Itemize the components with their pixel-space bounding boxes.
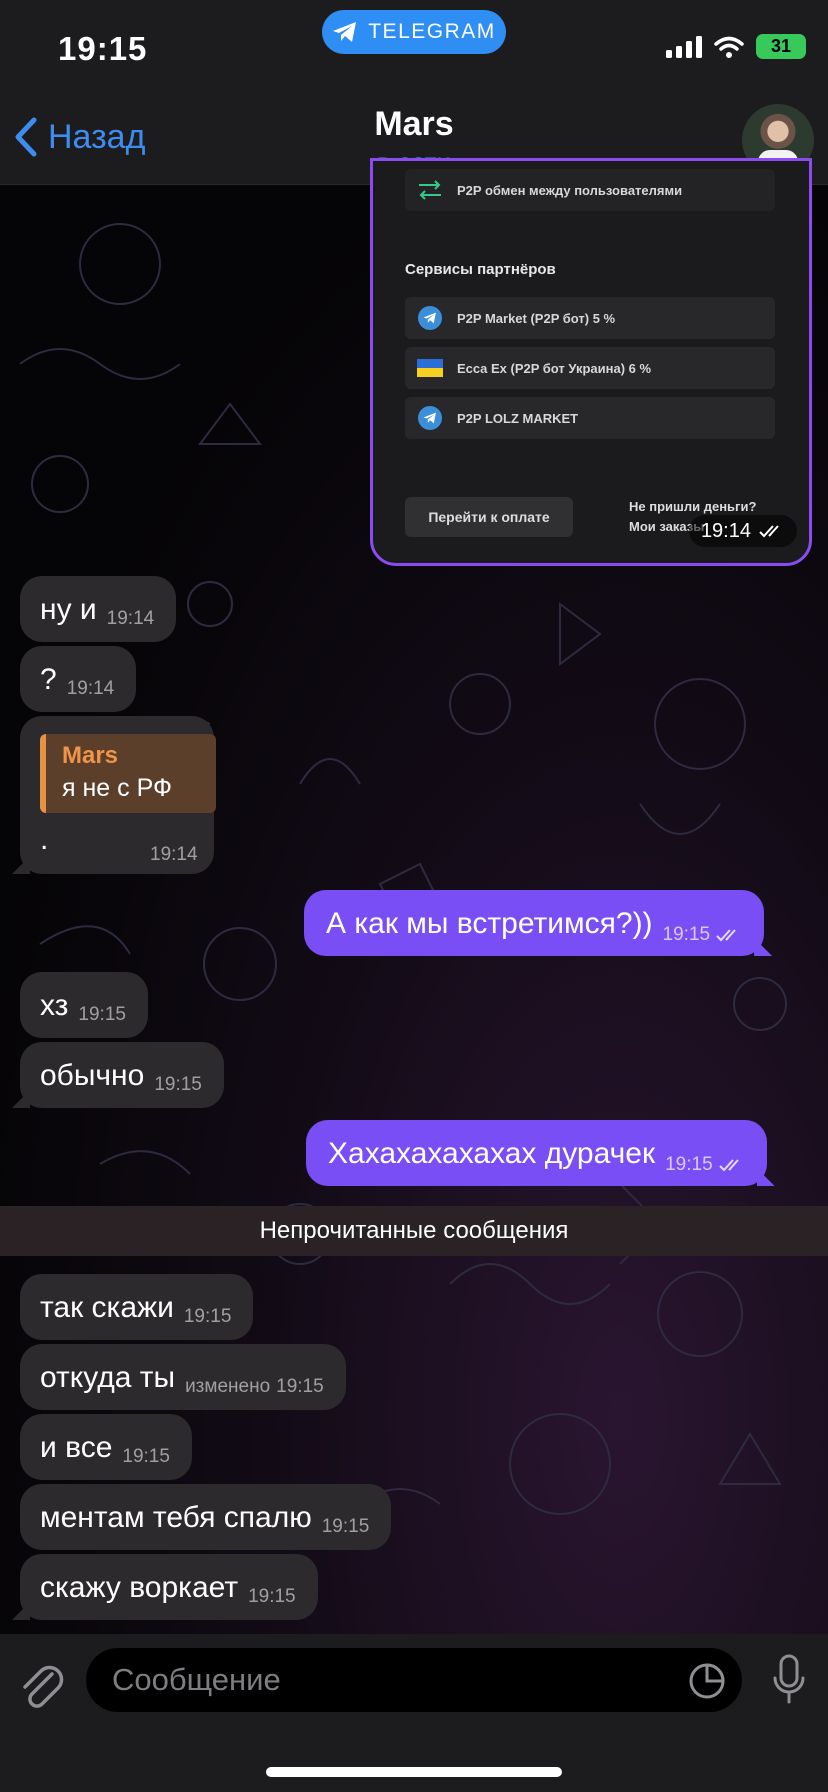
message-text: так скажи <box>40 1291 174 1324</box>
message-time: 19:15 <box>321 1516 370 1537</box>
reply-author: Mars <box>62 742 119 769</box>
message-meta: 19:15 <box>665 1154 745 1176</box>
message-text: хз <box>40 989 69 1022</box>
reply-text: я не с РФ <box>62 774 172 802</box>
composer-bar <box>0 1634 828 1792</box>
inner-item-label: P2P обмен между пользователями <box>457 182 683 198</box>
telegram-icon <box>418 306 442 330</box>
inner-item-label: Ecca Ex (P2P бот Украина) 6 % <box>457 360 652 376</box>
image-message[interactable]: P2P обмен между пользователями Сервисы п… <box>370 158 812 566</box>
message-field[interactable] <box>86 1648 742 1712</box>
clock: 19:15 <box>58 30 148 67</box>
edited-label: изменено <box>185 1376 271 1397</box>
inner-pay-button: Перейти к оплате <box>405 497 573 537</box>
message-text: ментам тебя спалю <box>40 1501 312 1534</box>
telegram-pill[interactable]: TELEGRAM <box>322 10 506 54</box>
telegram-icon <box>418 406 442 430</box>
message-time: 19:15 <box>248 1586 296 1607</box>
inner-list-item: Ecca Ex (P2P бот Украина) 6 % <box>405 347 775 389</box>
message-time: 19:14 <box>150 844 198 865</box>
ukraine-flag-icon <box>417 355 443 381</box>
message-time: 19:14 <box>66 678 115 699</box>
incoming-message[interactable]: откуда ты изменено 19:15 <box>20 1344 346 1410</box>
time-label: 19:14 <box>700 519 751 542</box>
incoming-message[interactable]: ну и 19:14 <box>20 576 177 642</box>
home-indicator <box>266 1767 562 1777</box>
inner-list-item: P2P LOLZ MARKET <box>405 397 775 439</box>
message-text: обычно <box>40 1059 145 1092</box>
microphone-icon[interactable] <box>772 1654 806 1706</box>
sticker-icon[interactable] <box>688 1662 726 1700</box>
unread-divider: Непрочитанные сообщения <box>0 1206 828 1256</box>
message-time: 19:15 <box>665 1154 713 1175</box>
exchange-arrows-icon <box>417 177 443 203</box>
incoming-message[interactable]: и все 19:15 <box>20 1414 192 1480</box>
inner-item-label: P2P LOLZ MARKET <box>457 410 579 426</box>
inner-list-item: P2P Market (P2P бот) 5 % <box>405 297 775 339</box>
message-text: ? <box>40 663 57 696</box>
message-time: 19:15 <box>78 1004 126 1025</box>
inner-section-title: Сервисы партнёров <box>405 261 556 278</box>
message-time: 19:15 <box>183 1306 232 1327</box>
message-time: 19:15 <box>662 924 711 945</box>
message-time: 19:15 <box>154 1074 202 1095</box>
incoming-message[interactable]: хз 19:15 <box>20 972 148 1038</box>
message-meta: 19:15 <box>663 924 743 946</box>
inner-item-label: P2P Market (P2P бот) 5 % <box>457 310 616 326</box>
outgoing-message[interactable]: А как мы встретимся?)) 19:15 <box>304 890 773 956</box>
incoming-reply-message[interactable]: Mars я не с РФ . 19:14 <box>12 716 216 874</box>
message-text: откуда ты <box>40 1361 176 1394</box>
battery-percent: 31 <box>770 36 792 56</box>
unread-divider-label: Непрочитанные сообщения <box>259 1217 569 1244</box>
incoming-message[interactable]: так скажи 19:15 <box>20 1274 254 1340</box>
message-time: 19:15 <box>122 1446 170 1467</box>
message-meta: изменено 19:15 <box>185 1376 324 1398</box>
double-check-icon <box>759 525 779 538</box>
inner-list-item: P2P обмен между пользователями <box>405 169 775 211</box>
app-pill-label: TELEGRAM <box>368 20 496 43</box>
status-bar: 19:15 TELEGRAM 31 <box>0 0 828 95</box>
cellular-signal-icon <box>666 35 702 58</box>
telegram-icon <box>333 22 357 42</box>
message-text: и все <box>40 1431 113 1464</box>
double-check-icon <box>718 1159 739 1172</box>
double-check-icon <box>716 929 736 942</box>
reply-quote[interactable]: Mars я не с РФ <box>40 734 216 813</box>
message-text: . <box>40 823 49 856</box>
paperclip-icon[interactable] <box>18 1660 64 1710</box>
wifi-icon <box>714 36 744 58</box>
incoming-message[interactable]: скажу воркает 19:15 <box>12 1554 318 1620</box>
outgoing-message[interactable]: Хахахахахахах дурачек 19:15 <box>306 1120 775 1186</box>
incoming-message[interactable]: обычно 19:15 <box>12 1042 224 1108</box>
incoming-message[interactable]: ? 19:14 <box>20 646 137 712</box>
message-time: 19:14 <box>106 608 155 629</box>
incoming-message[interactable]: ментам тебя спалю 19:15 <box>20 1484 392 1550</box>
battery-indicator: 31 <box>756 34 806 59</box>
message-text: ну и <box>40 593 97 626</box>
message-input[interactable] <box>110 1661 674 1699</box>
message-time: 19:15 <box>276 1376 324 1397</box>
message-time: 19:14 <box>688 515 797 547</box>
contact-name[interactable]: Mars <box>0 105 828 144</box>
inner-no-money-line: Не пришли деньги? <box>629 499 757 514</box>
message-text: Хахахахахахах дурачек <box>328 1137 656 1170</box>
message-text: скажу воркает <box>40 1571 239 1604</box>
message-text: А как мы встретимся?)) <box>326 907 653 940</box>
